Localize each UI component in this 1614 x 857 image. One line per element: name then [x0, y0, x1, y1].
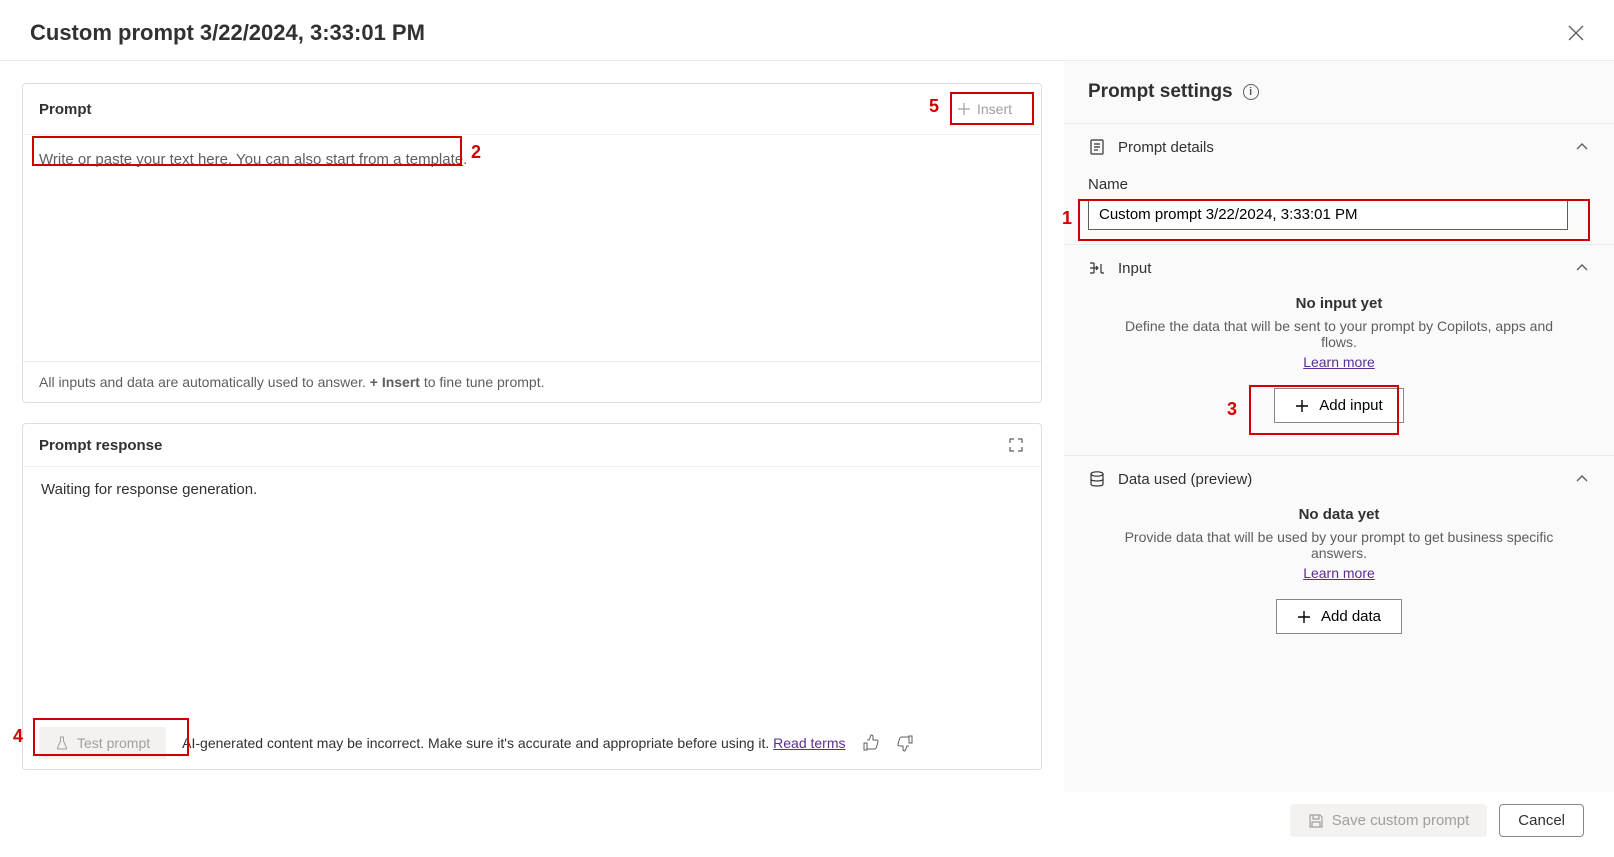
chevron-up-icon: [1574, 471, 1590, 487]
section-details-title: Prompt details: [1118, 139, 1562, 156]
input-icon: [1088, 259, 1106, 277]
prompt-textarea[interactable]: Write or paste your text here. You can a…: [23, 135, 1041, 361]
plus-icon: [957, 102, 971, 116]
section-input-title: Input: [1118, 260, 1562, 277]
callout-num-4: 4: [13, 726, 23, 747]
plus-icon: [1295, 399, 1309, 413]
info-icon[interactable]: i: [1243, 84, 1259, 100]
save-button-label: Save custom prompt: [1332, 812, 1470, 829]
section-input: Input No input yet Define the data that …: [1064, 244, 1614, 455]
data-empty-desc: Provide data that will be used by your p…: [1116, 529, 1562, 561]
read-terms-link[interactable]: Read terms: [773, 735, 845, 751]
response-body: Waiting for response generation.: [23, 467, 1041, 717]
test-prompt-button[interactable]: Test prompt: [39, 727, 166, 759]
template-link[interactable]: start from a template: [326, 151, 464, 168]
section-data-title: Data used (preview): [1118, 471, 1562, 488]
plus-icon: [1297, 610, 1311, 624]
dialog-title: Custom prompt 3/22/2024, 3:33:01 PM: [30, 20, 1568, 46]
response-footer: Test prompt AI-generated content may be …: [23, 717, 1041, 769]
input-learn-more-link[interactable]: Learn more: [1303, 354, 1375, 370]
input-empty-desc: Define the data that will be sent to you…: [1116, 318, 1562, 350]
settings-pane: Prompt settings i Prompt details Name 1 …: [1064, 61, 1614, 792]
save-icon: [1308, 813, 1324, 829]
beaker-icon: [55, 736, 69, 750]
section-data: Data used (preview) No data yet Provide …: [1064, 455, 1614, 666]
database-icon: [1088, 470, 1106, 488]
prompt-header: Prompt Insert: [23, 84, 1041, 135]
input-empty: No input yet Define the data that will b…: [1088, 277, 1590, 441]
dialog-body: Prompt Insert Write or paste your text h…: [0, 61, 1614, 792]
insert-button-label: Insert: [977, 101, 1012, 117]
response-card: Prompt response Waiting for response gen…: [22, 423, 1042, 770]
data-empty-title: No data yet: [1116, 506, 1562, 523]
thumbs-up-icon[interactable]: [862, 734, 880, 752]
section-details-header[interactable]: Prompt details: [1088, 138, 1590, 156]
add-input-label: Add input: [1319, 397, 1382, 414]
chevron-up-icon: [1574, 260, 1590, 276]
settings-title: Prompt settings: [1088, 81, 1233, 103]
add-data-label: Add data: [1321, 608, 1381, 625]
section-input-header[interactable]: Input: [1088, 259, 1590, 277]
expand-icon[interactable]: [1007, 436, 1025, 454]
section-details: Prompt details Name 1: [1064, 123, 1614, 244]
name-label: Name: [1088, 176, 1590, 193]
close-icon[interactable]: [1568, 25, 1584, 41]
test-prompt-label: Test prompt: [77, 735, 150, 751]
prompt-help: All inputs and data are automatically us…: [23, 361, 1041, 402]
name-input[interactable]: [1088, 199, 1568, 230]
insert-button[interactable]: Insert: [944, 96, 1025, 122]
prompt-placeholder: Write or paste your text here. You can a…: [39, 151, 467, 168]
dialog: Custom prompt 3/22/2024, 3:33:01 PM Prom…: [0, 0, 1614, 857]
prompt-title: Prompt: [39, 101, 944, 118]
left-pane: Prompt Insert Write or paste your text h…: [0, 61, 1064, 792]
add-input-button[interactable]: Add input: [1274, 388, 1403, 423]
callout-num-1: 1: [1062, 208, 1072, 229]
data-empty: No data yet Provide data that will be us…: [1088, 488, 1590, 652]
dialog-header: Custom prompt 3/22/2024, 3:33:01 PM: [0, 0, 1614, 61]
response-title: Prompt response: [39, 437, 1007, 454]
details-icon: [1088, 138, 1106, 156]
section-data-header[interactable]: Data used (preview): [1088, 470, 1590, 488]
dialog-footer: Save custom prompt Cancel: [0, 792, 1614, 857]
thumbs-down-icon[interactable]: [896, 734, 914, 752]
input-empty-title: No input yet: [1116, 295, 1562, 312]
settings-title-row: Prompt settings i: [1064, 81, 1614, 107]
data-learn-more-link[interactable]: Learn more: [1303, 565, 1375, 581]
save-button[interactable]: Save custom prompt: [1290, 804, 1488, 837]
chevron-up-icon: [1574, 139, 1590, 155]
add-data-button[interactable]: Add data: [1276, 599, 1402, 634]
cancel-button[interactable]: Cancel: [1499, 804, 1584, 837]
prompt-card: Prompt Insert Write or paste your text h…: [22, 83, 1042, 403]
response-header: Prompt response: [23, 424, 1041, 467]
disclaimer: AI-generated content may be incorrect. M…: [182, 735, 845, 751]
